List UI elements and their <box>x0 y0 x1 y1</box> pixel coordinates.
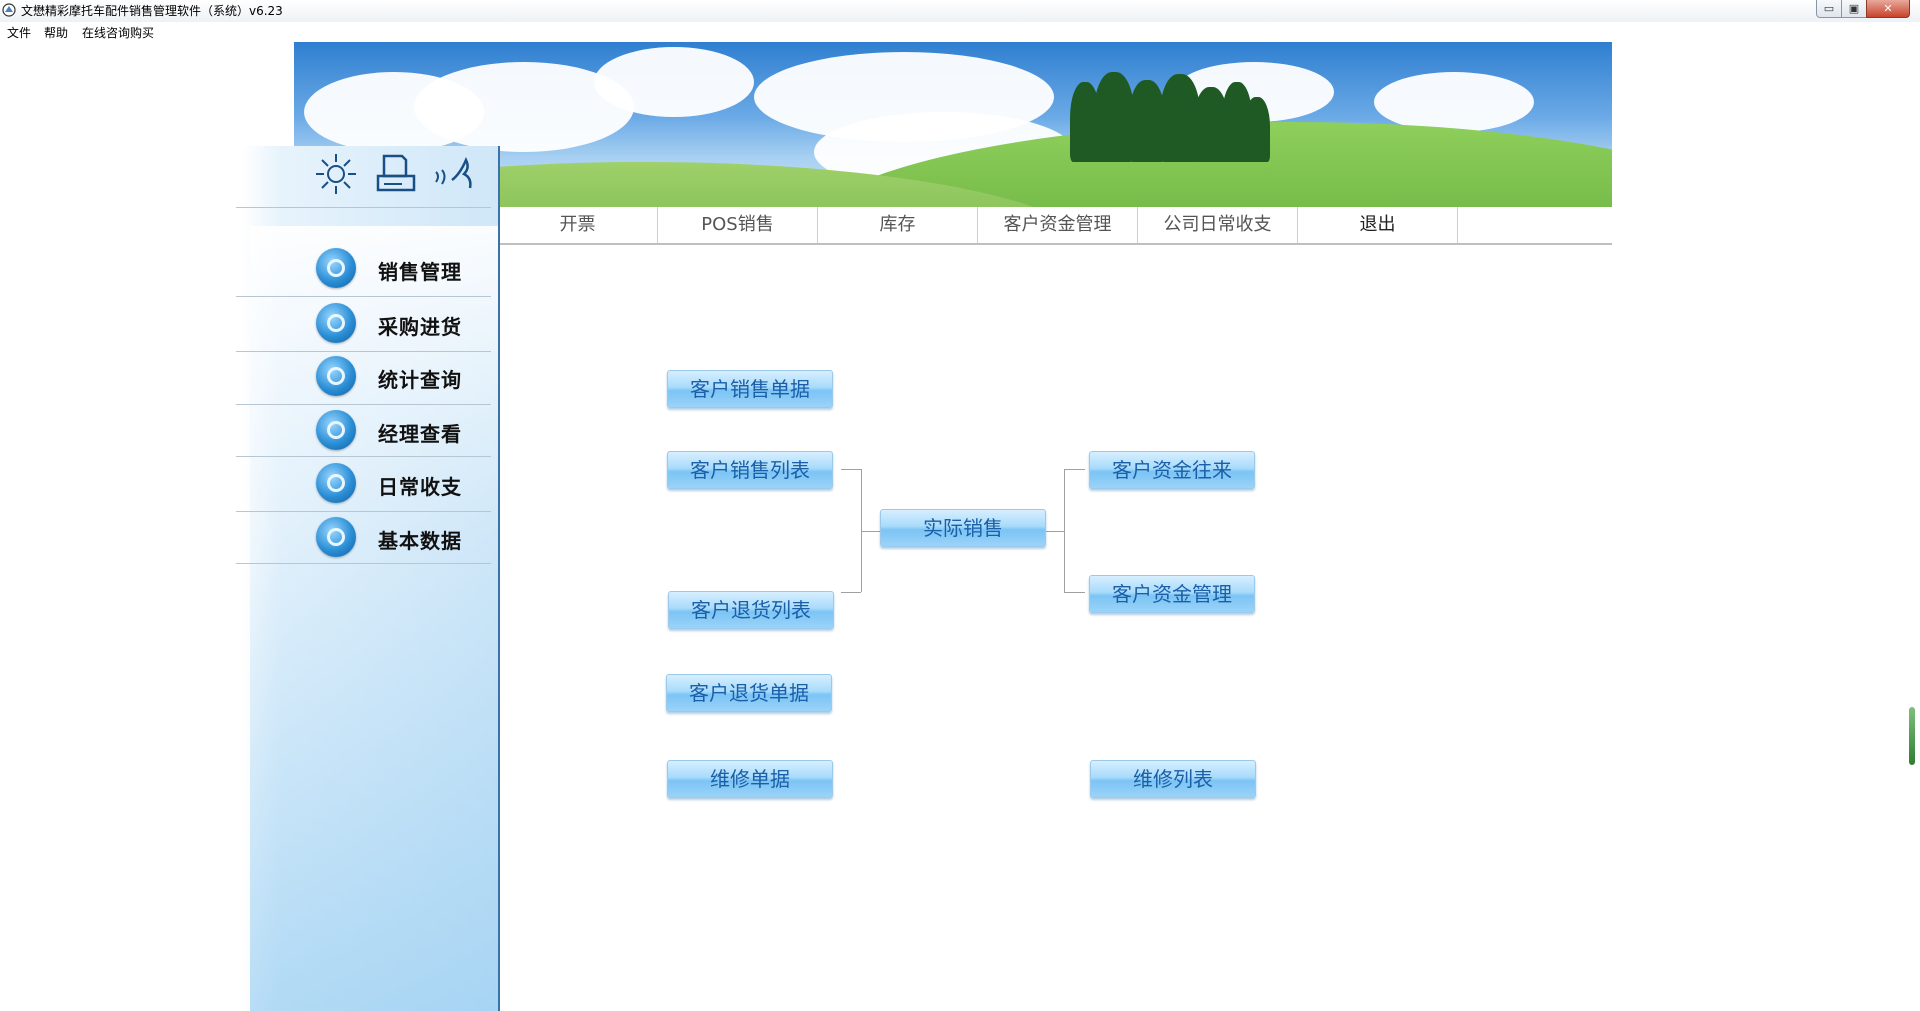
title-bar: 文懋精彩摩托车配件销售管理软件（系统）v6.23 ▭ ▣ ✕ <box>0 0 1920 22</box>
menu-online-purchase[interactable]: 在线咨询购买 <box>82 24 154 41</box>
layers-orb-icon <box>316 356 356 396</box>
tab-company-daily[interactable]: 公司日常收支 <box>1138 207 1298 243</box>
tab-pos-sales[interactable]: POS销售 <box>658 207 818 243</box>
tab-exit[interactable]: 退出 <box>1298 207 1458 243</box>
customer-fund-transactions-button[interactable]: 客户资金往来 <box>1089 451 1255 489</box>
customer-fund-management-button[interactable]: 客户资金管理 <box>1089 575 1255 613</box>
sidebar-toolbar <box>288 150 498 204</box>
maximize-button[interactable]: ▣ <box>1841 0 1867 18</box>
app-logo-icon <box>2 3 16 17</box>
connector-line <box>861 531 880 532</box>
printer-icon[interactable] <box>372 150 420 198</box>
sidebar-item-sales-management[interactable]: 销售管理 <box>316 246 496 292</box>
sidebar-item-label: 统计查询 <box>378 368 462 392</box>
minimize-button[interactable]: ▭ <box>1816 0 1842 18</box>
connector-line <box>1064 592 1085 593</box>
tab-inventory[interactable]: 库存 <box>818 207 978 243</box>
actual-sales-button[interactable]: 实际销售 <box>880 509 1046 547</box>
connector-line <box>1064 469 1065 592</box>
customer-return-list-button[interactable]: 客户退货列表 <box>668 591 834 629</box>
connector-line <box>841 592 861 593</box>
repair-doc-button[interactable]: 维修单据 <box>667 760 833 798</box>
top-nav-tabs: 开票 POS销售 库存 客户资金管理 公司日常收支 退出 <box>498 207 1612 245</box>
menu-file[interactable]: 文件 <box>7 24 31 41</box>
gear-orb-icon <box>316 517 356 557</box>
repair-list-button[interactable]: 维修列表 <box>1090 760 1256 798</box>
scroll-thumb[interactable] <box>1909 707 1915 765</box>
sidebar-item-label: 经理查看 <box>378 422 462 446</box>
tab-invoice[interactable]: 开票 <box>498 207 658 243</box>
connector-line <box>1046 531 1064 532</box>
tab-customer-funds[interactable]: 客户资金管理 <box>978 207 1138 243</box>
menu-help[interactable]: 帮助 <box>44 24 68 41</box>
leaf-orb-icon <box>316 248 356 288</box>
sidebar-item-statistics[interactable]: 统计查询 <box>316 354 496 400</box>
connector-line <box>841 469 861 470</box>
sidebar-item-purchasing[interactable]: 采购进货 <box>316 301 496 347</box>
menu-bar: 文件 帮助 在线咨询购买 <box>0 22 1920 42</box>
recycle-orb-icon <box>316 303 356 343</box>
gears-orb-icon <box>316 463 356 503</box>
sidebar-item-manager-view[interactable]: 经理查看 <box>316 408 496 454</box>
left-sidebar: 销售管理 采购进货 统计查询 经理查看 日常收支 基本数据 <box>226 146 500 1011</box>
connector-line <box>1064 469 1085 470</box>
customer-return-doc-button[interactable]: 客户退货单据 <box>666 674 832 712</box>
sidebar-item-label: 采购进货 <box>378 315 462 339</box>
close-button[interactable]: ✕ <box>1866 0 1910 18</box>
calculator-icon[interactable] <box>432 150 480 198</box>
sun-icon[interactable] <box>312 150 360 198</box>
window-title: 文懋精彩摩托车配件销售管理软件（系统）v6.23 <box>21 4 283 18</box>
customer-sales-doc-button[interactable]: 客户销售单据 <box>667 370 833 408</box>
customer-sales-list-button[interactable]: 客户销售列表 <box>667 451 833 489</box>
sidebar-item-daily-income-expense[interactable]: 日常收支 <box>316 461 496 507</box>
sidebar-item-label: 销售管理 <box>378 260 462 284</box>
gear-orb-icon <box>316 410 356 450</box>
sidebar-item-basic-data[interactable]: 基本数据 <box>316 515 496 561</box>
sidebar-item-label: 日常收支 <box>378 475 462 499</box>
sidebar-item-label: 基本数据 <box>378 529 462 553</box>
